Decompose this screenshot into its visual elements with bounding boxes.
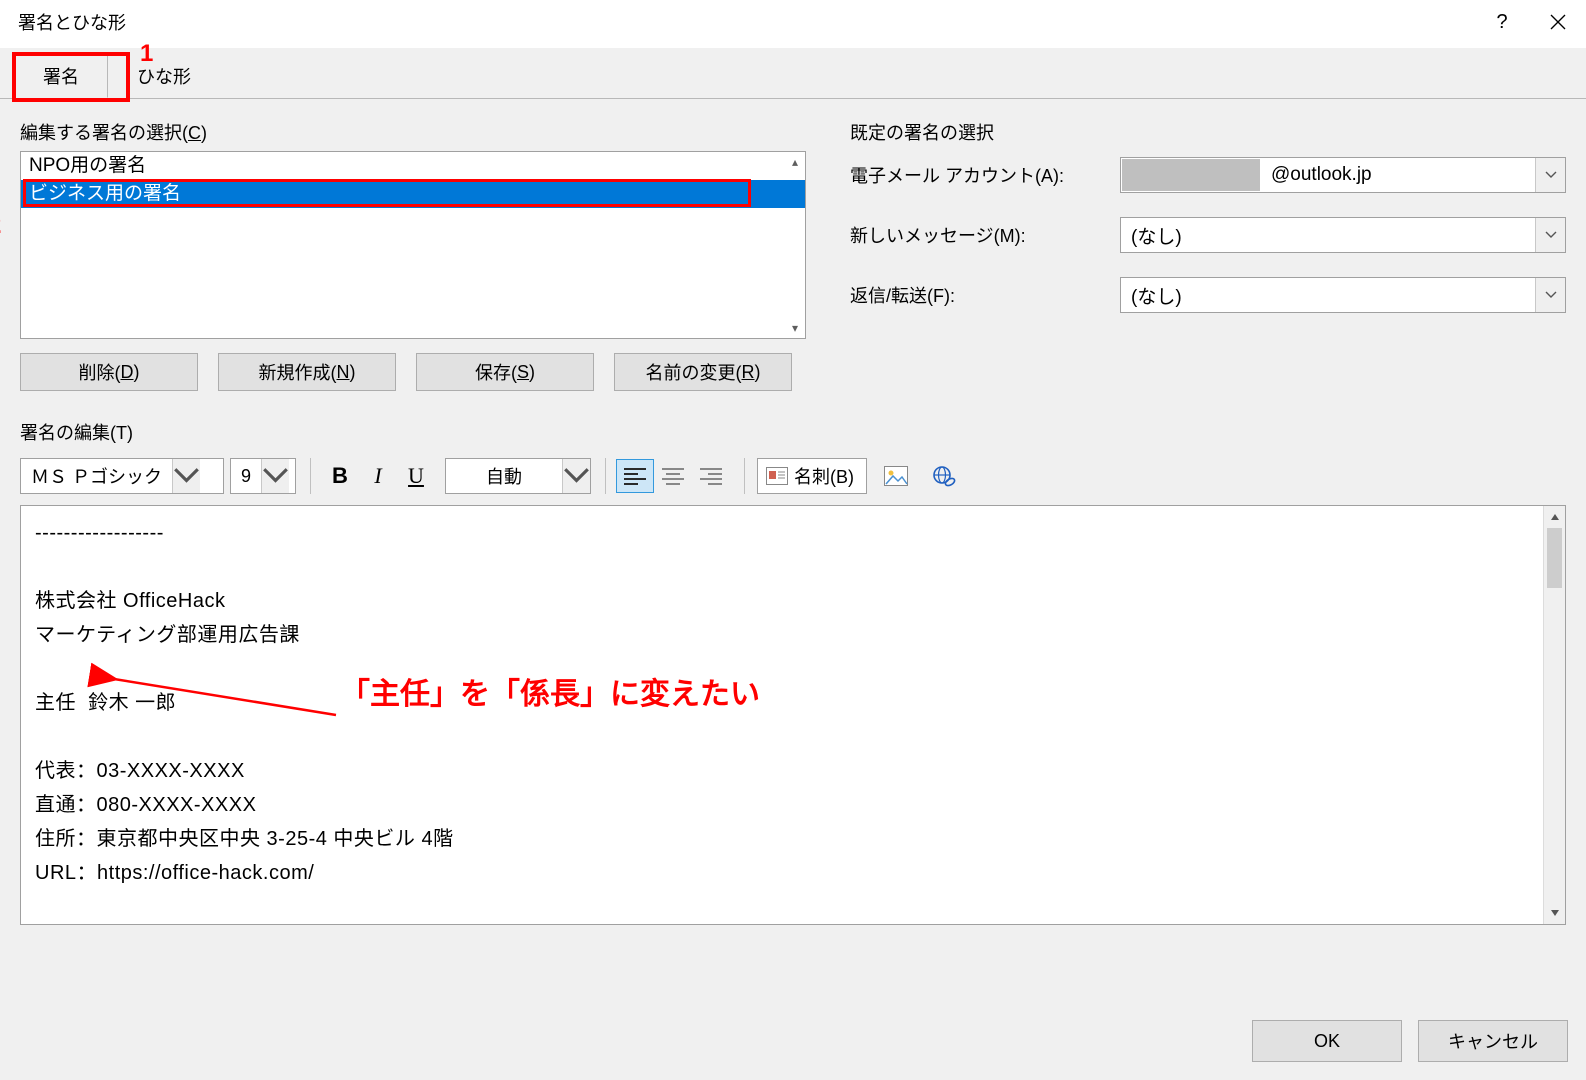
font-style-group: B I U <box>310 458 435 494</box>
image-icon <box>884 466 908 486</box>
font-name-combo[interactable]: ＭＳ Ｐゴシック <box>20 458 224 494</box>
align-center-icon <box>662 467 684 485</box>
font-size-value: 9 <box>231 466 261 487</box>
scroll-thumb[interactable] <box>1547 528 1562 588</box>
italic-button[interactable]: I <box>359 458 397 494</box>
align-center-button[interactable] <box>654 459 692 493</box>
close-icon <box>1550 14 1566 30</box>
redacted-area <box>1122 159 1260 191</box>
tab-content: 2 編集する署名の選択(C) NPO用の署名 ビジネス用の署名 ▴ ▾ 削除(D… <box>0 98 1586 1080</box>
chevron-up-icon: ▴ <box>792 155 798 169</box>
editor-content[interactable]: ------------------ 株式会社 OfficeHack マーケティ… <box>21 506 1543 924</box>
chevron-down-icon <box>261 459 289 493</box>
align-left-icon <box>624 467 646 485</box>
font-size-combo[interactable]: 9 <box>230 458 296 494</box>
align-right-icon <box>700 467 722 485</box>
signature-list[interactable]: NPO用の署名 ビジネス用の署名 ▴ ▾ <box>20 151 806 339</box>
reply-combo[interactable]: (なし) <box>1120 277 1566 313</box>
underline-button[interactable]: U <box>397 458 435 494</box>
alignment-group <box>605 458 730 494</box>
close-button[interactable] <box>1530 0 1586 44</box>
font-name-value: ＭＳ Ｐゴシック <box>21 463 172 489</box>
select-signature-label: 編集する署名の選択(C) <box>20 119 806 145</box>
columns: 編集する署名の選択(C) NPO用の署名 ビジネス用の署名 ▴ ▾ 削除(D) … <box>20 119 1566 391</box>
right-column: 既定の署名の選択 電子メール アカウント(A): @outlook.jp 新しい… <box>836 119 1566 391</box>
scroll-up-button[interactable] <box>1544 506 1565 528</box>
new-button[interactable]: 新規作成(N) <box>218 353 396 391</box>
font-color-combo[interactable]: 自動 <box>445 458 591 494</box>
insert-image-button[interactable] <box>877 458 915 494</box>
delete-button[interactable]: 削除(D) <box>20 353 198 391</box>
align-left-button[interactable] <box>616 459 654 493</box>
ok-button[interactable]: OK <box>1252 1020 1402 1062</box>
reply-label: 返信/転送(F): <box>850 282 1120 308</box>
help-button[interactable]: ? <box>1474 0 1530 44</box>
defaults-grid: 電子メール アカウント(A): @outlook.jp 新しいメッセージ(M):… <box>850 157 1566 313</box>
signature-buttons: 削除(D) 新規作成(N) 保存(S) 名前の変更(R) <box>20 353 806 391</box>
business-card-button[interactable]: 名刺(B) <box>757 458 867 494</box>
dialog-footer: OK キャンセル <box>1252 1020 1568 1062</box>
chevron-down-icon: ▾ <box>792 321 798 335</box>
titlebar: 署名とひな形 ? <box>0 0 1586 44</box>
save-button[interactable]: 保存(S) <box>416 353 594 391</box>
chevron-down-icon <box>1535 278 1565 312</box>
insert-hyperlink-button[interactable] <box>925 458 963 494</box>
list-item[interactable]: ビジネス用の署名 <box>21 180 805 208</box>
vcard-icon <box>766 467 788 485</box>
chevron-down-icon <box>1535 158 1565 192</box>
chevron-down-icon <box>1535 218 1565 252</box>
editor-scrollbar[interactable] <box>1543 506 1565 924</box>
reply-value: (なし) <box>1121 282 1535 309</box>
account-label: 電子メール アカウント(A): <box>850 162 1120 188</box>
edit-signature-label: 署名の編集(T) <box>20 419 1566 445</box>
window-title: 署名とひな形 <box>18 9 126 35</box>
align-right-button[interactable] <box>692 459 730 493</box>
chevron-down-icon <box>562 459 590 493</box>
tab-bar: 署名 ひな形 <box>14 54 220 98</box>
list-scrollbar[interactable]: ▴ ▾ <box>785 152 805 338</box>
annotation-2: 2 <box>0 212 1 240</box>
newmsg-combo[interactable]: (なし) <box>1120 217 1566 253</box>
rename-button[interactable]: 名前の変更(R) <box>614 353 792 391</box>
list-item[interactable]: NPO用の署名 <box>21 152 805 180</box>
bold-button[interactable]: B <box>321 458 359 494</box>
newmsg-label: 新しいメッセージ(M): <box>850 222 1120 248</box>
chevron-down-icon <box>172 459 200 493</box>
signature-editor[interactable]: ------------------ 株式会社 OfficeHack マーケティ… <box>20 505 1566 925</box>
account-combo[interactable]: @outlook.jp <box>1120 157 1566 193</box>
tab-signature[interactable]: 署名 <box>14 54 108 98</box>
dialog-body: 1 署名 ひな形 2 編集する署名の選択(C) NPO用の署名 ビジネス用の署名… <box>0 48 1586 1080</box>
left-column: 編集する署名の選択(C) NPO用の署名 ビジネス用の署名 ▴ ▾ 削除(D) … <box>20 119 806 391</box>
cancel-button[interactable]: キャンセル <box>1418 1020 1568 1062</box>
scroll-down-button[interactable] <box>1544 902 1565 924</box>
font-color-value: 自動 <box>446 463 562 489</box>
insert-group: 名刺(B) <box>744 458 963 494</box>
tab-stationery[interactable]: ひな形 <box>108 54 220 98</box>
default-signature-heading: 既定の署名の選択 <box>850 119 1566 145</box>
newmsg-value: (なし) <box>1121 222 1535 249</box>
globe-link-icon <box>932 465 956 487</box>
editor-toolbar: ＭＳ Ｐゴシック 9 B I U 自動 <box>20 455 1566 497</box>
annotation-1: 1 <box>140 40 153 68</box>
